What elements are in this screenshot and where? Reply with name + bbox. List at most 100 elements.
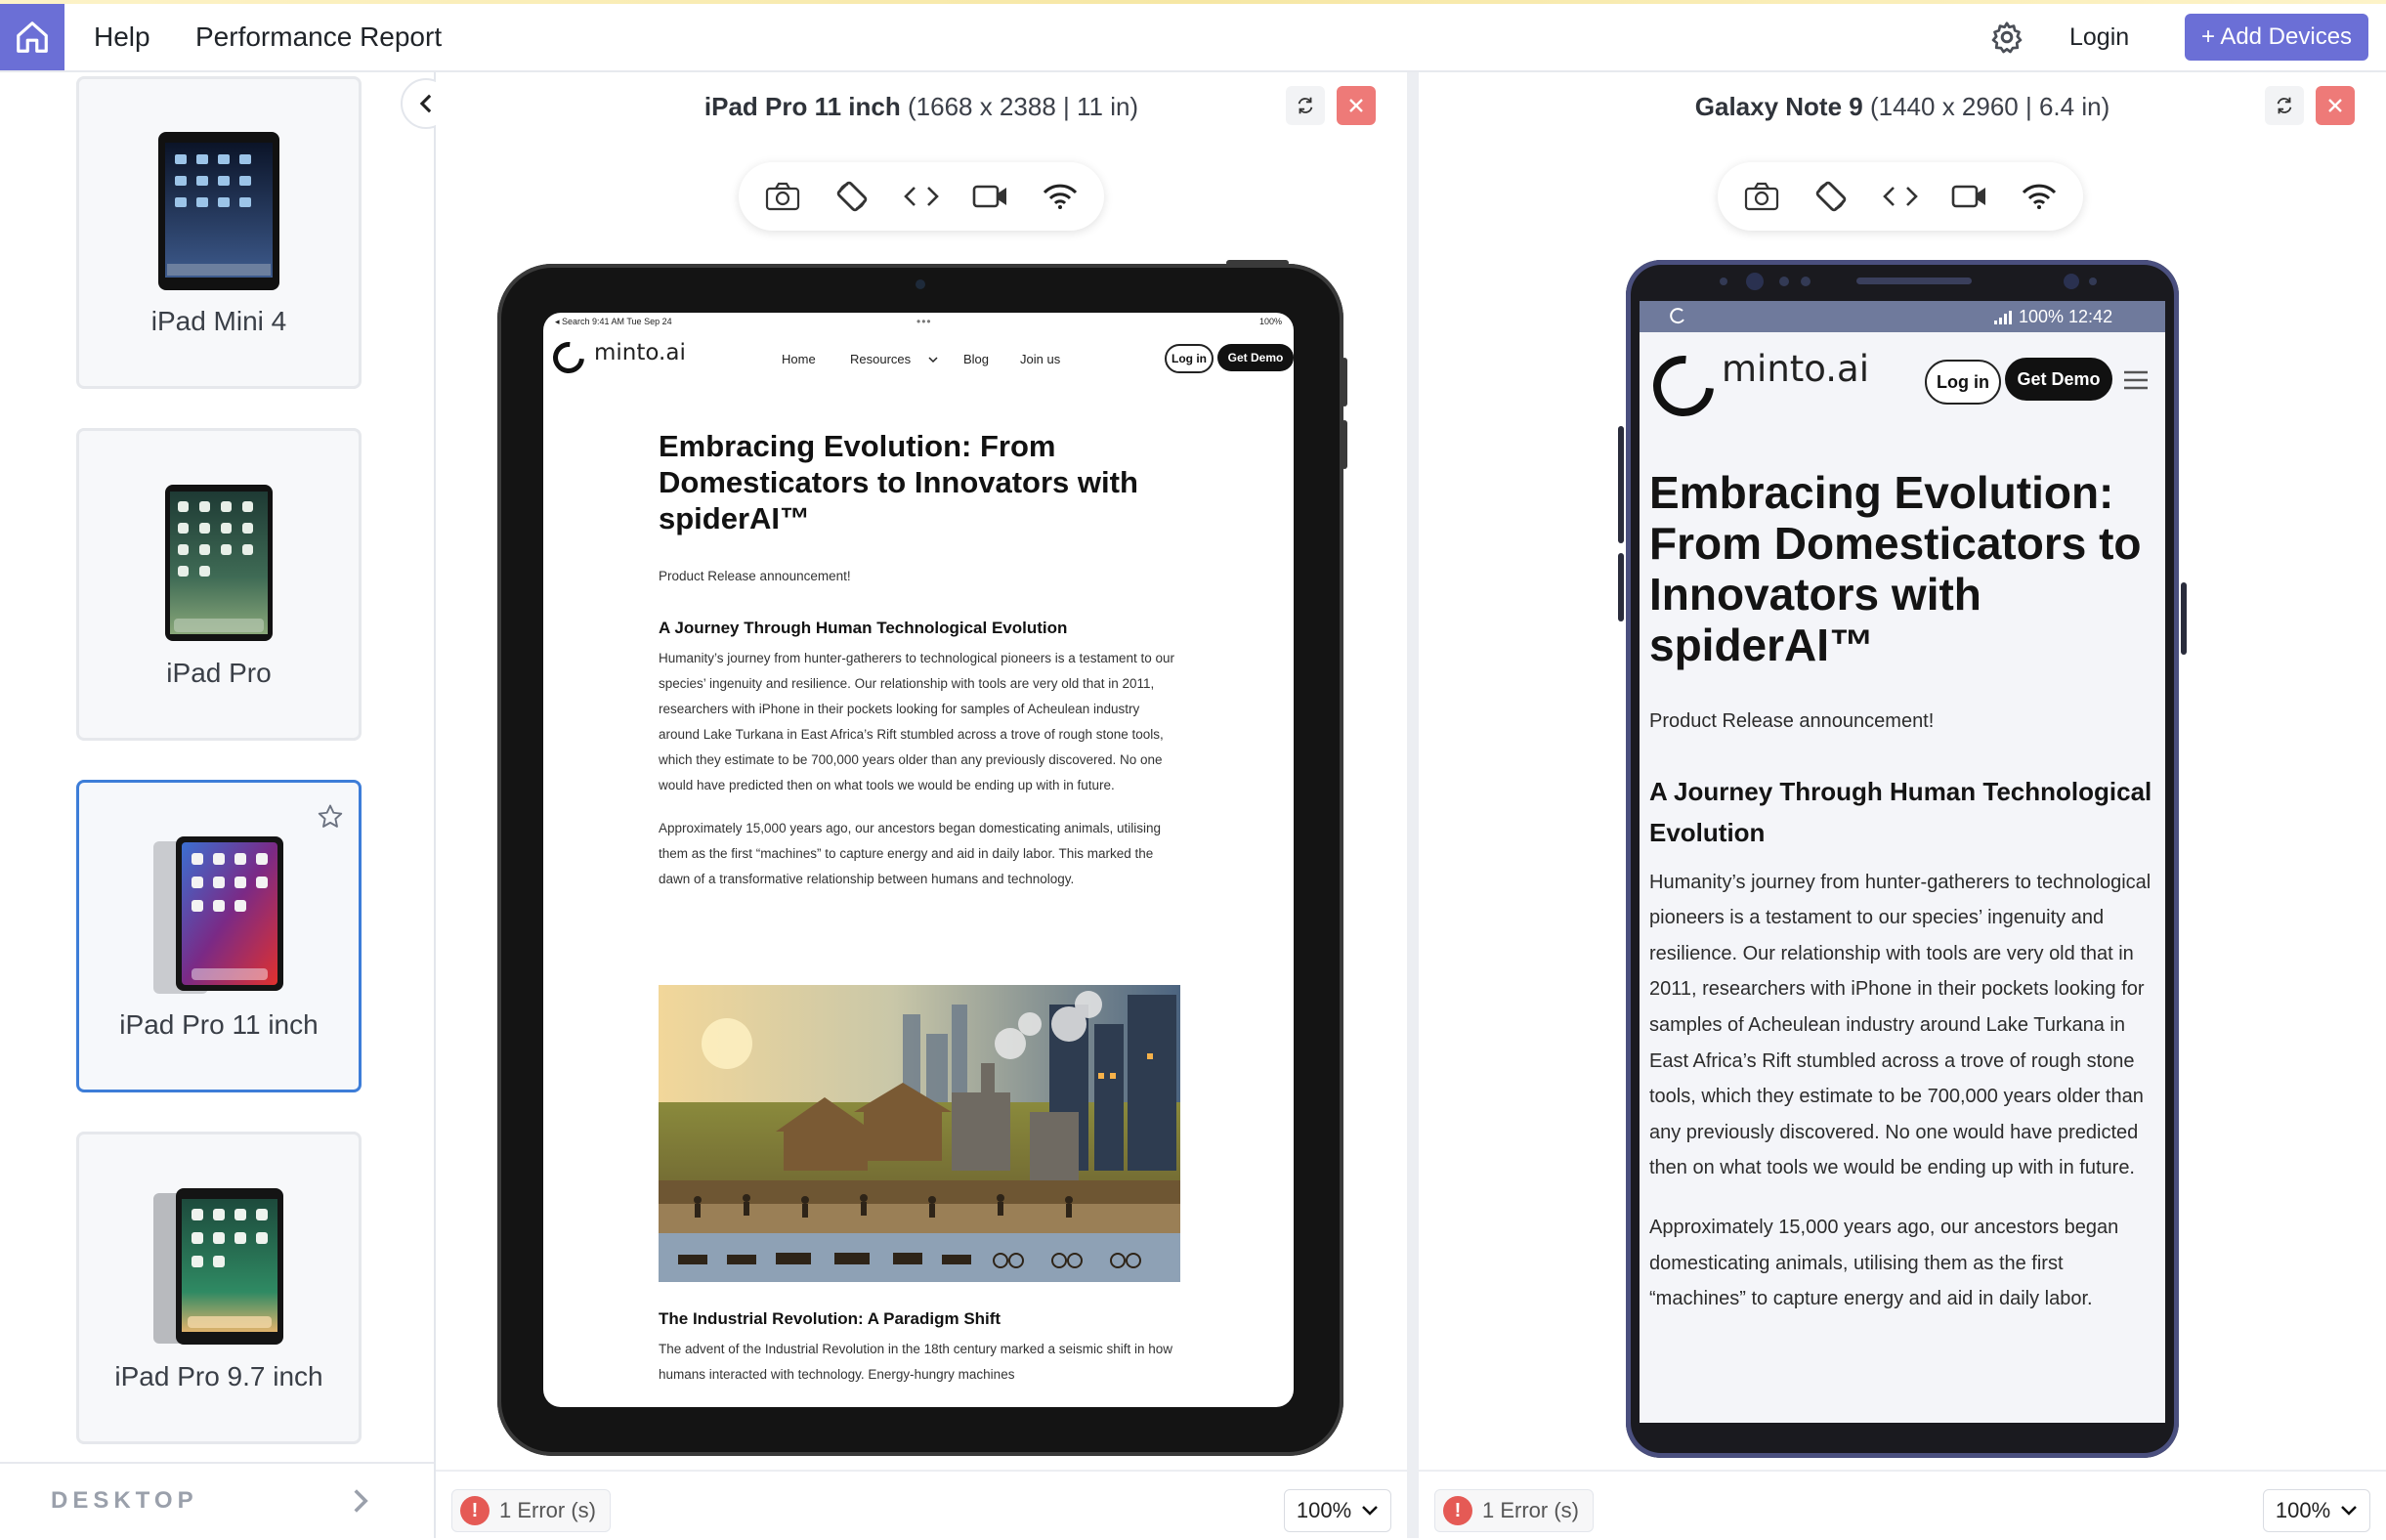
wifi-icon[interactable]: [2012, 169, 2066, 224]
zoom-select[interactable]: 100%: [1284, 1489, 1391, 1532]
pane-title: iPad Pro 11 inch (1668 x 2388 | 11 in): [436, 92, 1407, 122]
device-name: iPad Pro 11 inch: [119, 1009, 319, 1040]
device-name: iPad Mini 4: [150, 306, 287, 336]
phone-sensors: [1720, 273, 2097, 290]
device-card-ipad-mini-4[interactable]: iPad Mini 4: [76, 76, 362, 389]
close-pane-button[interactable]: [1337, 86, 1376, 125]
ipad-pro-9-7-thumbnail: [79, 1183, 359, 1349]
logo-ring-icon: [546, 335, 591, 380]
device-pane-ipad-pro-11: iPad Pro 11 inch (1668 x 2388 | 11 in) ◂…: [436, 72, 1407, 1538]
pane-footer: ! 1 Error (s) 100%: [436, 1470, 1407, 1540]
android-status-text: 100% 12:42: [2019, 307, 2113, 326]
desktop-label: DESKTOP: [51, 1487, 198, 1514]
camera-icon[interactable]: [755, 169, 810, 224]
camera-icon[interactable]: [1734, 169, 1789, 224]
device-toolbar: [739, 162, 1104, 231]
article-body-continued: The Industrial Revolution: A Paradigm Sh…: [659, 1309, 1180, 1388]
error-badge[interactable]: ! 1 Error (s): [1434, 1489, 1594, 1532]
home-button[interactable]: [0, 4, 64, 70]
video-icon[interactable]: [963, 169, 1018, 224]
device-specs: (1668 x 2388 | 11 in): [900, 92, 1139, 121]
pane-divider[interactable]: [1407, 72, 1419, 1538]
ipad-top-button: [1226, 260, 1289, 266]
phone-screen: 100% 12:42 minto.ai Log in Get Demo Embr…: [1640, 301, 2165, 1423]
error-count: 1 Error (s): [1482, 1498, 1579, 1522]
chevron-down-icon: [928, 357, 938, 364]
add-devices-button[interactable]: + Add Devices: [2185, 14, 2368, 61]
galaxy-note-frame: 100% 12:42 minto.ai Log in Get Demo Embr…: [1618, 260, 2187, 1458]
zoom-value: 100%: [2275, 1498, 2331, 1522]
article-announcement: Product Release announcement!: [1649, 710, 1935, 732]
device-card-ipad-pro-11[interactable]: iPad Pro 11 inch: [76, 780, 362, 1092]
nav-blog[interactable]: Blog: [963, 352, 989, 366]
article-heading: A Journey Through Human Technological Ev…: [1649, 776, 2152, 847]
signal-icon: [1994, 311, 2012, 324]
login-link[interactable]: Login: [2069, 23, 2129, 52]
nav-home[interactable]: Home: [782, 352, 816, 366]
error-count: 1 Error (s): [499, 1498, 596, 1522]
article-title: Embracing Evolution: From Domesticators …: [1649, 467, 2142, 670]
site-login-button[interactable]: Log in: [1165, 344, 1214, 373]
device-specs: (1440 x 2960 | 6.4 in): [1862, 92, 2110, 121]
chevron-left-icon: [419, 94, 432, 113]
star-icon[interactable]: [316, 802, 345, 832]
zoom-value: 100%: [1296, 1498, 1352, 1522]
phone-side-button: [1618, 553, 1624, 621]
error-icon: !: [460, 1496, 490, 1525]
nav-resources[interactable]: Resources: [850, 352, 911, 366]
rotate-icon[interactable]: [1804, 169, 1858, 224]
nav-join-us[interactable]: Join us: [1020, 352, 1060, 366]
ipad-frame: ◂ Search 9:41 AM Tue Sep 24 ••• 100% min…: [497, 260, 1347, 1456]
close-pane-button[interactable]: [2316, 86, 2355, 125]
article-heading: A Journey Through Human Technological Ev…: [659, 619, 1068, 637]
gear-icon[interactable]: [1989, 20, 2024, 55]
article-paragraph: Humanity’s journey from hunter-gatherers…: [659, 651, 1175, 792]
code-icon[interactable]: [894, 169, 949, 224]
zoom-select[interactable]: 100%: [2263, 1489, 2370, 1532]
refresh-icon: [1298, 97, 1313, 114]
ipad-pro-11-thumbnail: [79, 832, 359, 998]
error-badge[interactable]: ! 1 Error (s): [451, 1489, 611, 1532]
phone-side-button: [1618, 426, 1624, 543]
site-demo-button[interactable]: Get Demo: [2005, 358, 2112, 401]
phone-side-button: [2181, 582, 2187, 655]
refresh-button[interactable]: [1286, 86, 1325, 125]
article-paragraph: The advent of the Industrial Revolution …: [659, 1342, 1173, 1382]
ipad-pro-thumbnail: [79, 480, 359, 646]
device-card-ipad-pro[interactable]: iPad Pro: [76, 428, 362, 741]
article-heading: The Industrial Revolution: A Paradigm Sh…: [659, 1309, 1001, 1328]
hamburger-menu-icon[interactable]: [2122, 369, 2150, 391]
help-link[interactable]: Help: [94, 21, 150, 53]
device-toolbar: [1718, 162, 2083, 231]
site-login-button[interactable]: Log in: [1925, 360, 2001, 405]
site-nav: minto.ai Home Resources Blog Join us Log…: [546, 335, 1294, 380]
sync-icon: [1670, 308, 1684, 324]
chevron-right-icon: [354, 1489, 368, 1513]
article-paragraph: Approximately 15,000 years ago, our ance…: [659, 821, 1162, 886]
device-sidebar: iPad Mini 4 iPad Pro iPad Pro 11 inch iP…: [0, 72, 436, 1538]
article-title: Embracing Evolution: From Domesticators …: [659, 429, 1138, 535]
top-bar: Help Performance Report Login + Add Devi…: [0, 4, 2386, 72]
rotate-icon[interactable]: [825, 169, 879, 224]
device-title: iPad Pro 11 inch: [703, 92, 901, 121]
ipad-side-button: [1342, 420, 1347, 469]
device-name: iPad Pro 9.7 inch: [114, 1361, 323, 1391]
ipad-screen: ◂ Search 9:41 AM Tue Sep 24 ••• 100% min…: [543, 313, 1294, 1407]
performance-report-link[interactable]: Performance Report: [195, 21, 442, 53]
article-announcement: Product Release announcement!: [659, 569, 851, 583]
refresh-icon: [2277, 97, 2292, 114]
article-body: Embracing Evolution: From Domesticators …: [659, 428, 1180, 892]
refresh-button[interactable]: [2265, 86, 2304, 125]
device-pane-galaxy-note-9: Galaxy Note 9 (1440 x 2960 | 6.4 in) 100…: [1419, 72, 2386, 1538]
article-body: Embracing Evolution: From Domesticators …: [1649, 467, 2157, 1317]
site-demo-button[interactable]: Get Demo: [1217, 344, 1294, 371]
error-icon: !: [1443, 1496, 1472, 1525]
code-icon[interactable]: [1873, 169, 1928, 224]
video-icon[interactable]: [1942, 169, 1997, 224]
ipad-side-button: [1342, 358, 1347, 406]
device-title: Galaxy Note 9: [1694, 92, 1863, 121]
wifi-icon[interactable]: [1033, 169, 1087, 224]
desktop-section[interactable]: DESKTOP: [0, 1462, 434, 1540]
logo-ring-icon: [1640, 343, 1726, 429]
device-card-ipad-pro-9-7[interactable]: iPad Pro 9.7 inch: [76, 1132, 362, 1444]
